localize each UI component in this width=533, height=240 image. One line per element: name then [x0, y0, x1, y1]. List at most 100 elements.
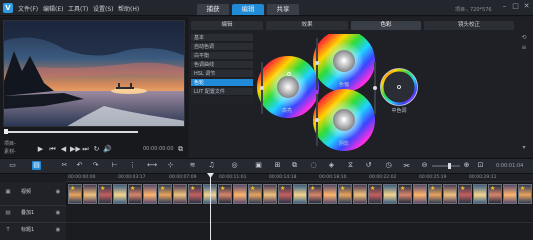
- timeline-clip[interactable]: ★: [398, 184, 412, 204]
- timeline-clip[interactable]: ★: [188, 184, 202, 204]
- volume-icon[interactable]: 🔊: [103, 145, 112, 154]
- playhead[interactable]: [210, 174, 211, 240]
- tools-icon[interactable]: ✂: [60, 161, 69, 170]
- go-end-icon[interactable]: ⏭: [81, 145, 90, 154]
- scrub-handle[interactable]: [4, 129, 8, 134]
- play-icon[interactable]: ▶: [36, 145, 45, 154]
- video-track-visibility-icon[interactable]: ◉: [55, 189, 61, 195]
- panel-scroll-down-icon[interactable]: ▾: [520, 144, 528, 152]
- timeline-clip[interactable]: [113, 184, 127, 204]
- zoom-in-icon[interactable]: ⊕: [462, 161, 471, 170]
- overlay-track-lane[interactable]: [66, 206, 533, 223]
- timeline-clip[interactable]: ★: [68, 184, 82, 204]
- maximize-button[interactable]: □: [511, 2, 520, 11]
- sub-item-white-balance[interactable]: 白平衡: [191, 52, 253, 60]
- close-button[interactable]: ✕: [522, 2, 531, 11]
- minimize-button[interactable]: –: [500, 2, 509, 11]
- zoom-slider-knob[interactable]: [448, 163, 451, 169]
- sub-item-hsl[interactable]: HSL 调节: [191, 70, 253, 78]
- shadow-wheel[interactable]: [313, 89, 375, 151]
- timeline-clip[interactable]: [413, 184, 427, 204]
- shadow-slider-knob[interactable]: [315, 118, 319, 122]
- timeline-clip[interactable]: [233, 184, 247, 204]
- stopwatch-icon[interactable]: ◷: [384, 161, 393, 170]
- timeline-clip[interactable]: [353, 184, 367, 204]
- zoom-slider[interactable]: [432, 165, 460, 167]
- timeline-clip[interactable]: [443, 184, 457, 204]
- timeline-clip[interactable]: ★: [158, 184, 172, 204]
- panel-reset-icon[interactable]: ⟲: [520, 34, 528, 42]
- redo-icon[interactable]: ↷: [91, 161, 100, 170]
- preview-scrub-bar[interactable]: [8, 131, 138, 133]
- menu-edit[interactable]: 编辑(E): [43, 4, 63, 13]
- timeline-clip[interactable]: [83, 184, 97, 204]
- mode-tab-capture[interactable]: 捕获: [197, 4, 229, 15]
- tab-color[interactable]: 色彩: [351, 21, 421, 30]
- chat-bubble-icon[interactable]: ◌: [309, 161, 318, 170]
- overlay-track-icon[interactable]: ▤: [5, 210, 11, 216]
- time-remap-icon[interactable]: ⧖: [346, 161, 355, 170]
- timeline-view-icon[interactable]: ▤: [32, 161, 41, 170]
- timeline-clip[interactable]: [293, 184, 307, 204]
- midtone-wheel[interactable]: [380, 68, 418, 106]
- zoom-out-icon[interactable]: ⊖: [420, 161, 429, 170]
- timeline-clip[interactable]: [263, 184, 277, 204]
- panel-options-icon[interactable]: ≡: [520, 44, 528, 52]
- menu-file[interactable]: 文件(F): [18, 4, 38, 13]
- motion-track-icon[interactable]: ◎: [230, 161, 239, 170]
- sub-item-basic[interactable]: 基本: [191, 34, 253, 42]
- timeline-clip[interactable]: ★: [488, 184, 502, 204]
- mode-tab-edit[interactable]: 编辑: [232, 4, 264, 15]
- timeline-clip[interactable]: ★: [98, 184, 112, 204]
- midtone-offset-slider-knob[interactable]: [315, 61, 319, 65]
- clip-mode-label[interactable]: 素材-: [4, 148, 16, 155]
- prev-frame-icon[interactable]: ◀: [59, 145, 68, 154]
- multicam-icon[interactable]: ⊞: [273, 161, 282, 170]
- timeline-clip[interactable]: ★: [278, 184, 292, 204]
- midtone-slider-knob[interactable]: [373, 86, 377, 90]
- timeline-clip[interactable]: ★: [308, 184, 322, 204]
- menu-settings[interactable]: 设置(S): [93, 4, 114, 13]
- timeline-clip[interactable]: [503, 184, 517, 204]
- highlight-slider-knob[interactable]: [260, 86, 264, 90]
- add-marker-icon[interactable]: ⊹: [166, 161, 175, 170]
- project-mode-label[interactable]: 项目-: [4, 140, 16, 147]
- auto-music-icon[interactable]: ♫: [207, 161, 216, 170]
- sub-item-lut[interactable]: LUT 配置文件: [191, 88, 253, 96]
- fullscreen-icon[interactable]: ⧉: [176, 145, 185, 154]
- midtone-offset-wheel[interactable]: [313, 34, 375, 92]
- timeline-clip[interactable]: [383, 184, 397, 204]
- mark-in-out-icon[interactable]: ⟷: [147, 161, 157, 170]
- title-track-icon[interactable]: T: [5, 227, 11, 233]
- title-track-visibility-icon[interactable]: ◉: [55, 227, 61, 233]
- timeline-clip[interactable]: [323, 184, 337, 204]
- timeline-clip[interactable]: ★: [458, 184, 472, 204]
- timeline-clip[interactable]: ★: [218, 184, 232, 204]
- sub-item-color-wheel[interactable]: 色轮: [191, 79, 253, 87]
- sub-item-tone-curve[interactable]: 色调曲线: [191, 61, 253, 69]
- timeline-clip[interactable]: ★: [368, 184, 382, 204]
- trim-icon[interactable]: ⊢: [110, 161, 119, 170]
- fit-project-icon[interactable]: ⊡: [476, 161, 485, 170]
- timeline-clip[interactable]: ★: [338, 184, 352, 204]
- timeline-clip[interactable]: ★: [128, 184, 142, 204]
- repeat-icon[interactable]: ↻: [92, 145, 101, 154]
- highlight-wheel[interactable]: [257, 56, 319, 118]
- record-capture-icon[interactable]: ⧉: [290, 161, 299, 170]
- tab-edit[interactable]: 编辑: [191, 21, 263, 30]
- preview-timecode[interactable]: 00:00:00:00: [143, 146, 174, 152]
- mask-creator-icon[interactable]: ◈: [327, 161, 336, 170]
- subtitle-editor-icon[interactable]: ▣: [254, 161, 263, 170]
- link-icon[interactable]: ⫘: [402, 161, 411, 170]
- timeline-clip[interactable]: ★: [248, 184, 262, 204]
- go-start-icon[interactable]: ⏮: [48, 145, 57, 154]
- tab-lens-correction[interactable]: 镜头校正: [424, 21, 514, 30]
- tab-effect[interactable]: 效果: [266, 21, 348, 30]
- video-track-icon[interactable]: ▣: [5, 189, 11, 195]
- timeline-clip[interactable]: [473, 184, 487, 204]
- next-frame-icon[interactable]: ▶▶: [70, 145, 81, 154]
- menu-tools[interactable]: 工具(T): [68, 4, 88, 13]
- sound-mixer-icon[interactable]: ≋: [188, 161, 197, 170]
- undo-icon[interactable]: ↶: [75, 161, 84, 170]
- split-icon[interactable]: ⋮: [128, 161, 137, 170]
